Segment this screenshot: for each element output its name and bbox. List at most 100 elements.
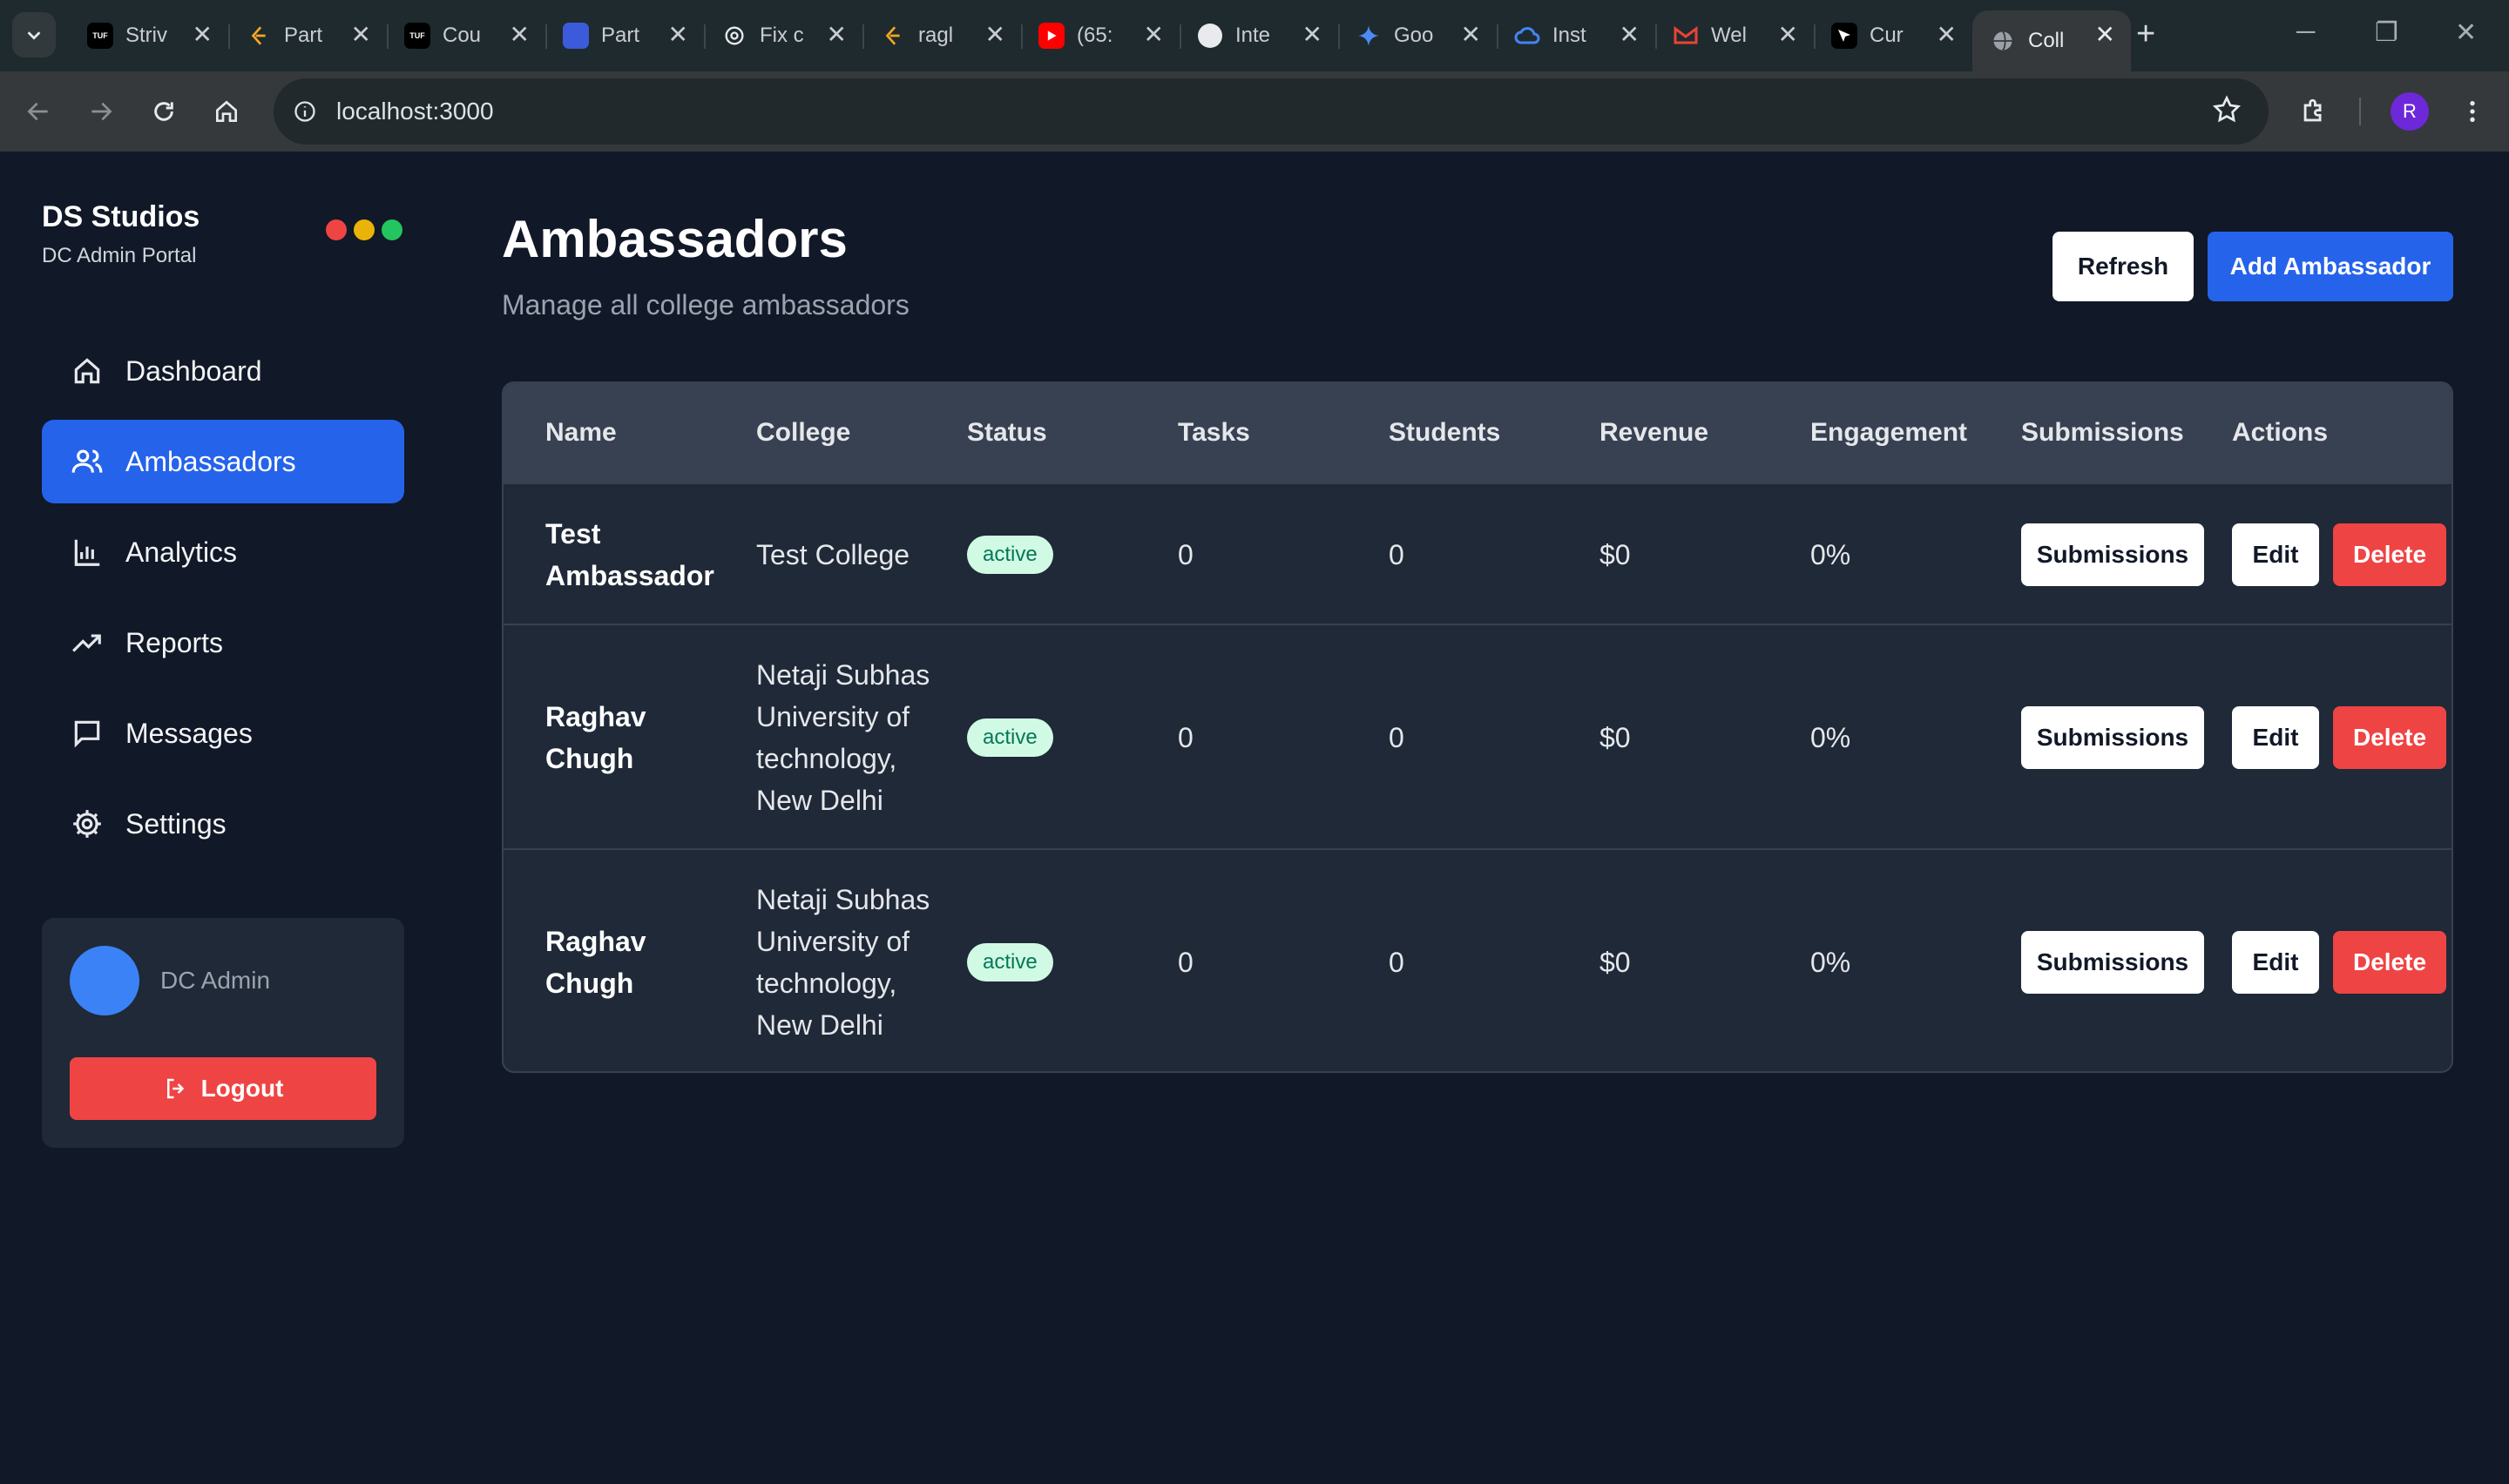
minimize-button[interactable]: ─ (2296, 17, 2315, 47)
tab-title: Cou (443, 24, 482, 47)
close-tab-icon[interactable]: ✕ (1937, 23, 1957, 47)
close-tab-icon[interactable]: ✕ (1144, 23, 1164, 47)
delete-button[interactable]: Delete (2333, 931, 2446, 994)
bar-chart-icon (70, 535, 105, 570)
column-header[interactable]: Status (967, 418, 1047, 448)
browser-tab[interactable]: Inst ✕ (1497, 10, 1657, 61)
engagement-value: 0% (1810, 947, 1851, 978)
column-header[interactable]: Tasks (1178, 418, 1250, 448)
students-count: 0 (1389, 539, 1404, 570)
college-line: Netaji Subhas (756, 659, 930, 691)
bookmark-star-icon[interactable] (2211, 94, 2242, 130)
close-window-button[interactable]: ✕ (2455, 17, 2477, 48)
browser-tab[interactable]: Part ✕ (228, 10, 389, 61)
close-tab-icon[interactable]: ✕ (985, 23, 1005, 47)
browser-tab[interactable]: Part ✕ (545, 10, 706, 61)
url-text[interactable]: localhost:3000 (336, 98, 494, 125)
delete-button[interactable]: Delete (2333, 523, 2446, 586)
column-header[interactable]: Revenue (1599, 418, 1708, 448)
submissions-button[interactable]: Submissions (2021, 931, 2204, 994)
column-header[interactable]: Engagement (1810, 418, 1967, 448)
brand-subtitle: DC Admin Portal (42, 244, 197, 267)
column-header[interactable]: Name (545, 418, 617, 448)
address-bar[interactable]: localhost:3000 (274, 78, 2269, 145)
trending-up-icon (70, 625, 105, 660)
close-tab-icon[interactable]: ✕ (1461, 23, 1481, 47)
column-header[interactable]: College (756, 418, 850, 448)
edit-button[interactable]: Edit (2232, 523, 2319, 586)
sidebar-item-label: Messages (125, 717, 253, 749)
tasks-count: 0 (1178, 722, 1194, 753)
close-tab-icon[interactable]: ✕ (668, 23, 688, 47)
sidebar-item-dashboard[interactable]: Dashboard (42, 329, 404, 413)
sidebar-item-messages[interactable]: Messages (42, 691, 404, 775)
browser-tab[interactable]: TUF Cou ✕ (387, 10, 547, 61)
sidebar-item-label: Dashboard (125, 354, 262, 387)
window-dot (382, 219, 402, 240)
tab-title: Fix c (760, 24, 804, 47)
browser-menu-button[interactable] (2452, 91, 2493, 132)
name-line: Test (545, 518, 601, 550)
add-ambassador-button[interactable]: Add Ambassador (2208, 232, 2453, 301)
puzzle-icon (2303, 98, 2322, 122)
sidebar-item-label: Reports (125, 626, 224, 658)
browser-tab[interactable]: Wel ✕ (1655, 10, 1816, 61)
ambassador-name: Raghav Chugh (545, 696, 646, 779)
restore-button[interactable]: ❐ (2375, 17, 2398, 48)
college-line: University of (756, 701, 910, 732)
engagement-value: 0% (1810, 539, 1851, 570)
home-icon (216, 100, 237, 122)
column-header[interactable]: Submissions (2021, 418, 2184, 448)
sidebar-item-reports[interactable]: Reports (42, 601, 404, 685)
refresh-button[interactable]: Refresh (2053, 232, 2194, 301)
browser-tab[interactable]: Cur ✕ (1814, 10, 1974, 61)
close-tab-icon[interactable]: ✕ (351, 23, 371, 47)
table-row: Raghav Chugh Netaji Subhas University of tec… (504, 624, 2452, 848)
browser-tab[interactable]: Coll ✕ (1972, 10, 2131, 71)
browser-tab[interactable]: ragl ✕ (862, 10, 1023, 61)
close-tab-icon[interactable]: ✕ (827, 23, 847, 47)
browser-tab[interactable]: Fix c ✕ (704, 10, 864, 61)
browser-tab[interactable]: Goo ✕ (1338, 10, 1498, 61)
back-button[interactable] (17, 91, 59, 132)
delete-button[interactable]: Delete (2333, 706, 2446, 769)
sidebar-item-ambassadors[interactable]: Ambassadors (42, 420, 404, 503)
browser-tab-strip: TUF Striv ✕ Part ✕ TUF Cou ✕ Part ✕ Fix c ✕ ragl ✕ (65… (0, 0, 2509, 71)
browser-tab[interactable]: (65: ✕ (1021, 10, 1181, 61)
edit-button[interactable]: Edit (2232, 706, 2319, 769)
submissions-button[interactable]: Submissions (2021, 706, 2204, 769)
openai-icon (721, 23, 747, 49)
close-tab-icon[interactable]: ✕ (1778, 23, 1798, 47)
close-tab-icon[interactable]: ✕ (510, 23, 530, 47)
table-row: Raghav Chugh Netaji Subhas University of tec… (504, 848, 2452, 1071)
tab-title: Inte (1235, 24, 1271, 47)
more-vertical-icon (2470, 101, 2475, 122)
close-tab-icon[interactable]: ✕ (1302, 23, 1322, 47)
extensions-button[interactable] (2293, 91, 2335, 132)
forward-button[interactable] (80, 91, 122, 132)
close-tab-icon[interactable]: ✕ (193, 23, 213, 47)
sidebar-item-settings[interactable]: Settings (42, 782, 404, 866)
window-dot (326, 219, 347, 240)
sidebar-item-label: Settings (125, 807, 227, 840)
home-button[interactable] (206, 91, 247, 132)
profile-avatar[interactable]: R (2391, 92, 2429, 131)
sidebar-item-analytics[interactable]: Analytics (42, 510, 404, 594)
new-tab-button[interactable]: + (2136, 16, 2155, 53)
revenue-value: $0 (1599, 539, 1631, 570)
column-header[interactable]: Actions (2232, 418, 2328, 448)
status-badge: active (967, 943, 1053, 981)
close-tab-icon[interactable]: ✕ (2095, 23, 2115, 47)
column-header[interactable]: Students (1389, 418, 1500, 448)
edit-button[interactable]: Edit (2232, 931, 2319, 994)
close-tab-icon[interactable]: ✕ (1620, 23, 1640, 47)
submissions-button[interactable]: Submissions (2021, 523, 2204, 586)
logout-button[interactable]: Logout (70, 1057, 376, 1120)
site-info-icon[interactable] (287, 94, 322, 129)
toolbar-divider (2359, 98, 2361, 125)
browser-tab[interactable]: TUF Striv ✕ (70, 10, 230, 61)
reload-button[interactable] (143, 91, 185, 132)
page-title: Ambassadors (502, 210, 848, 268)
tab-search-button[interactable] (12, 12, 56, 57)
browser-tab[interactable]: Inte ✕ (1180, 10, 1340, 61)
